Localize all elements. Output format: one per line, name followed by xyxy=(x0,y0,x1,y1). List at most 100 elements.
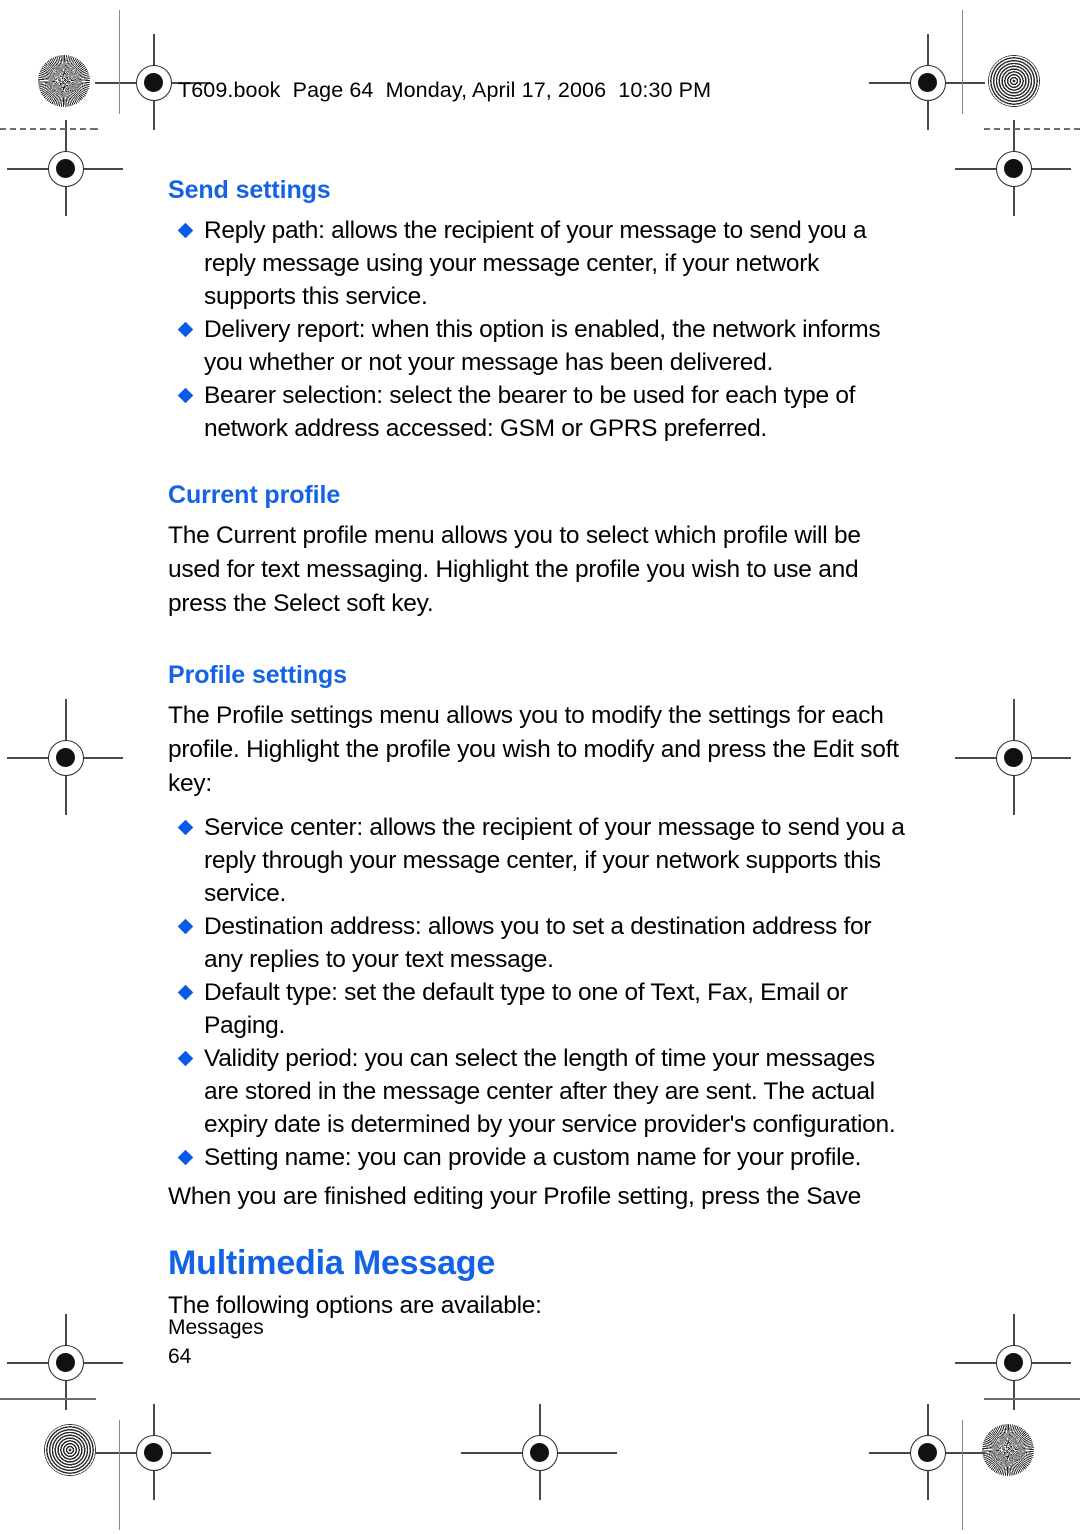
list-item: Destination address: allows you to set a… xyxy=(177,910,908,976)
list-item-text: Default type: set the default type to on… xyxy=(204,979,848,1039)
crosshair-horizontal-line xyxy=(869,82,985,84)
rosette-mark-bottom-right xyxy=(982,1424,1034,1476)
crosshair-dot xyxy=(143,72,163,92)
trim-rule-bottom-right xyxy=(984,1398,1080,1400)
crosshair-ring xyxy=(910,65,946,101)
crosshair-dot xyxy=(55,158,75,178)
crosshair-vertical-line xyxy=(153,1404,155,1500)
chapter-heading-multimedia-message: Multimedia Message xyxy=(168,1244,496,1282)
crosshair-ring xyxy=(48,151,84,187)
footer-section-name: Messages xyxy=(168,1316,264,1339)
crosshair-vertical-line xyxy=(539,1404,541,1500)
paragraph-current-profile: The Current profile menu allows you to s… xyxy=(168,522,861,617)
crosshair-vertical-line xyxy=(65,1314,67,1410)
rosette-pattern xyxy=(44,1424,96,1476)
list-item: Validity period: you can select the leng… xyxy=(177,1042,908,1141)
rosette-mark-top-left xyxy=(38,55,90,107)
crosshair-dot xyxy=(55,1352,75,1372)
crosshair-ring xyxy=(136,65,172,101)
list-item-text: Destination address: allows you to set a… xyxy=(204,913,872,973)
rosette-pattern xyxy=(38,55,90,107)
trim-vrule-top-left xyxy=(119,10,120,114)
section-heading-send-settings: Send settings xyxy=(168,176,331,204)
list-item-text: Setting name: you can provide a custom n… xyxy=(204,1144,862,1171)
crosshair-ring xyxy=(48,740,84,776)
crosshair-dot xyxy=(143,1442,163,1462)
trim-rule-top-left xyxy=(0,128,96,130)
list-item: Reply path: allows the recipient of your… xyxy=(177,214,908,313)
rosette-pattern xyxy=(982,1424,1034,1476)
crosshair-horizontal-line xyxy=(7,1362,123,1364)
crosshair-vertical-line xyxy=(153,34,155,130)
crosshair-ring xyxy=(996,1345,1032,1381)
crosshair-horizontal-line xyxy=(955,1362,1071,1364)
crosshair-vertical-line xyxy=(65,120,67,216)
crosshair-horizontal-line xyxy=(461,1452,617,1454)
crosshair-vertical-line xyxy=(927,34,929,130)
crosshair-dot xyxy=(529,1442,549,1462)
section-heading-profile-settings: Profile settings xyxy=(168,661,347,689)
crosshair-ring xyxy=(136,1435,172,1471)
crosshair-dot xyxy=(917,72,937,92)
diamond-bullet-icon xyxy=(177,387,194,404)
diamond-bullet-icon xyxy=(177,321,194,338)
rosette-pattern xyxy=(988,55,1040,107)
bullet-list-send-settings: Reply path: allows the recipient of your… xyxy=(168,214,908,445)
trim-rule-top-right xyxy=(984,128,1080,130)
list-item: Bearer selection: select the bearer to b… xyxy=(177,379,908,445)
crosshair-ring xyxy=(910,1435,946,1471)
crosshair-vertical-line xyxy=(927,1404,929,1500)
list-item-text: Reply path: allows the recipient of your… xyxy=(204,217,867,310)
diamond-bullet-icon xyxy=(177,819,194,836)
list-item-text: Delivery report: when this option is ena… xyxy=(204,316,881,376)
document-body: Send settings Reply path: allows the rec… xyxy=(168,176,908,1333)
trim-vrule-top-right xyxy=(962,10,963,114)
diamond-bullet-icon xyxy=(177,918,194,935)
trim-rule-top-left-solid xyxy=(92,128,98,130)
rosette-mark-bottom-left xyxy=(44,1424,96,1476)
crosshair-ring xyxy=(48,1345,84,1381)
crosshair-dot xyxy=(55,747,75,767)
diamond-bullet-icon xyxy=(177,1050,194,1067)
page-header-line: T609.book Page 64 Monday, April 17, 2006… xyxy=(178,78,712,102)
crosshair-dot xyxy=(1003,1352,1023,1372)
section-heading-current-profile: Current profile xyxy=(168,481,341,509)
diamond-bullet-icon xyxy=(177,1149,194,1166)
crosshair-horizontal-line xyxy=(955,757,1071,759)
list-item-text: Service center: allows the recipient of … xyxy=(204,814,905,907)
crosshair-horizontal-line xyxy=(7,168,123,170)
list-item-text: Bearer selection: select the bearer to b… xyxy=(204,382,856,442)
crosshair-horizontal-line xyxy=(95,1452,211,1454)
crosshair-vertical-line xyxy=(65,699,67,815)
trim-vrule-bottom-right xyxy=(962,1420,963,1530)
page-footer: Messages 64 xyxy=(168,1313,264,1371)
trim-rule-bottom-left xyxy=(0,1398,96,1400)
paragraph-profile-settings-trailing: When you are finished editing your Profi… xyxy=(168,1183,862,1210)
crosshair-horizontal-line xyxy=(7,757,123,759)
paragraph-multimedia-intro: The following options are available: xyxy=(168,1292,542,1319)
diamond-bullet-icon xyxy=(177,984,194,1001)
crosshair-ring xyxy=(996,151,1032,187)
crosshair-horizontal-line xyxy=(955,168,1071,170)
crosshair-dot xyxy=(1003,158,1023,178)
bullet-list-profile-settings: Service center: allows the recipient of … xyxy=(168,811,908,1174)
list-item: Default type: set the default type to on… xyxy=(177,976,908,1042)
rosette-mark-top-right xyxy=(988,55,1040,107)
crosshair-ring xyxy=(996,740,1032,776)
footer-page-number: 64 xyxy=(168,1345,192,1368)
list-item: Setting name: you can provide a custom n… xyxy=(177,1141,908,1174)
chapter-spacer xyxy=(168,1224,908,1244)
crosshair-dot xyxy=(1003,747,1023,767)
crosshair-ring xyxy=(522,1435,558,1471)
crosshair-vertical-line xyxy=(1013,1314,1015,1410)
list-item: Delivery report: when this option is ena… xyxy=(177,313,908,379)
crosshair-dot xyxy=(917,1442,937,1462)
crosshair-vertical-line xyxy=(1013,120,1015,216)
list-item-text: Validity period: you can select the leng… xyxy=(204,1045,896,1138)
list-item: Service center: allows the recipient of … xyxy=(177,811,908,910)
diamond-bullet-icon xyxy=(177,222,194,239)
crosshair-vertical-line xyxy=(1013,699,1015,815)
crosshair-horizontal-line xyxy=(869,1452,985,1454)
